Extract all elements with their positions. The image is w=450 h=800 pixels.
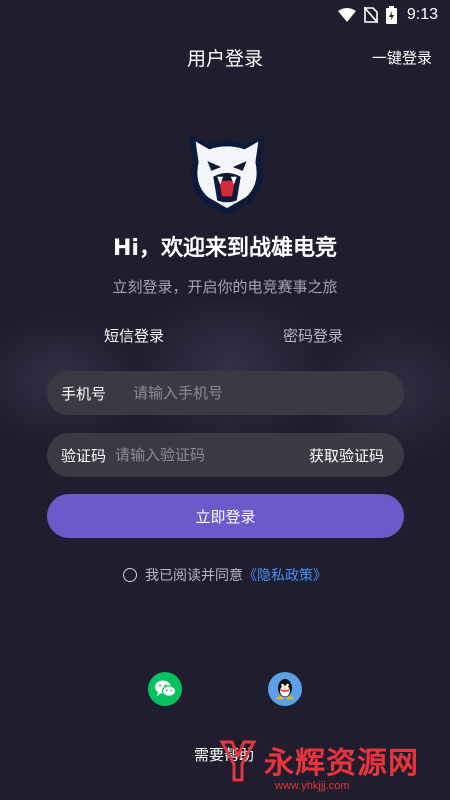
agreement-row: 我已阅读并同意《隐私政策》 [0,565,450,585]
qq-login-button[interactable] [268,672,302,706]
wifi-icon [337,8,356,22]
tab-password-login[interactable]: 密码登录 [283,325,343,346]
status-icons: 9:13 [337,6,438,24]
qq-icon [276,679,294,700]
wechat-login-button[interactable] [148,672,182,706]
phone-label: 手机号 [61,384,107,403]
code-label: 验证码 [61,446,107,465]
privacy-policy-link[interactable]: 《隐私政策》 [243,568,327,584]
watermark-text: 永辉资源网 [264,746,419,781]
login-button[interactable]: 立即登录 [47,494,404,538]
wechat-icon [155,680,176,697]
one-click-login-button[interactable]: 一键登录 [372,47,432,68]
phone-input[interactable] [133,371,404,415]
agreement-label: 我已阅读并同意 [145,568,243,584]
agree-checkbox[interactable] [123,568,137,582]
agreement-text: 我已阅读并同意《隐私政策》 [145,565,327,585]
watermark: 永辉资源网 [218,738,419,782]
watermark-url: www.yhkjjj.com [275,780,350,792]
welcome-headline: Hi，欢迎来到战雄电竞 [113,236,337,261]
bear-logo-icon [188,133,266,216]
status-bar: 9:13 [0,0,450,32]
no-sim-icon [363,7,378,23]
get-code-button[interactable]: 获取验证码 [309,445,404,466]
phone-field: 手机号 [47,371,404,415]
status-time: 9:13 [406,6,438,23]
tab-sms-login[interactable]: 短信登录 [104,325,164,346]
watermark-logo-icon [219,740,257,782]
code-field: 验证码 获取验证码 [47,433,404,477]
battery-icon [385,6,397,24]
code-input[interactable] [114,433,309,477]
welcome-subtitle: 立刻登录，开启你的电竞赛事之旅 [112,278,338,296]
